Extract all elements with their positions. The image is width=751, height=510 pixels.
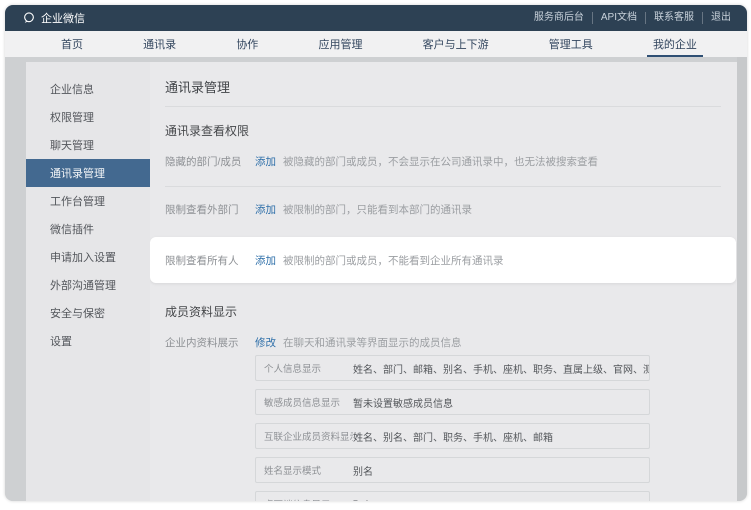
logo[interactable]: 企业微信 — [22, 10, 85, 26]
detail-value: 别名 — [353, 463, 649, 478]
page-body: 企业信息 权限管理 聊天管理 通讯录管理 工作台管理 微信插件 申请加入设置 外… — [5, 57, 747, 501]
row-label: 隐藏的部门/成员 — [165, 154, 255, 169]
profile-detail-boxes: 个人信息显示 姓名、部门、邮箱、别名、手机、座机、职务、直属上级、官网、测...… — [255, 355, 737, 501]
highlighted-row-restrict-everyone: 限制查看所有人 添加 被限制的部门或成员，不能看到企业所有通讯录 — [150, 237, 736, 283]
detail-box-personal-info: 个人信息显示 姓名、部门、邮箱、别名、手机、座机、职务、直属上级、官网、测... — [255, 355, 650, 381]
detail-label: 互联企业成员资料显示 — [264, 429, 353, 443]
detail-label: 姓名显示模式 — [264, 463, 353, 477]
tab-collaboration[interactable]: 协作 — [226, 31, 268, 57]
page-title: 通讯录管理 — [165, 79, 737, 97]
sidebar-item-settings[interactable]: 设置 — [26, 327, 150, 355]
add-button[interactable]: 添加 — [255, 253, 276, 268]
wework-logo-icon — [22, 11, 36, 25]
modify-button[interactable]: 修改 — [255, 335, 276, 350]
top-bar: 企业微信 服务商后台 API文档 联系客服 退出 — [5, 5, 747, 31]
detail-box-sensitive-info: 敏感成员信息显示 暂未设置敏感成员信息 — [255, 389, 650, 415]
divider — [165, 106, 721, 107]
tab-customers[interactable]: 客户与上下游 — [413, 31, 499, 57]
sidebar-item-security[interactable]: 安全与保密 — [26, 299, 150, 327]
link-service-provider[interactable]: 服务商后台 — [526, 12, 592, 24]
detail-label: 敏感成员信息显示 — [264, 395, 353, 409]
add-button[interactable]: 添加 — [255, 154, 276, 169]
row-description: 被隐藏的部门或成员，不会显示在公司通讯录中，也无法被搜索查看 — [283, 154, 598, 169]
row-description: 被限制的部门，只能看到本部门的通讯录 — [283, 202, 472, 217]
section-heading-view-permission: 通讯录查看权限 — [165, 123, 737, 139]
link-logout[interactable]: 退出 — [702, 12, 733, 24]
link-api-docs[interactable]: API文档 — [592, 12, 645, 24]
row-restrict-outside-dept: 限制查看外部门 添加 被限制的部门，只能看到本部门的通讯录 — [165, 201, 737, 217]
sidebar-item-chat-management[interactable]: 聊天管理 — [26, 131, 150, 159]
add-button[interactable]: 添加 — [255, 202, 276, 217]
tab-contacts[interactable]: 通讯录 — [133, 31, 186, 57]
detail-box-linked-company: 互联企业成员资料显示 姓名、别名、部门、职务、手机、座机、邮箱 — [255, 423, 650, 449]
row-company-profile-display: 企业内资料展示 修改 在聊天和通讯录等界面显示的成员信息 — [165, 334, 737, 350]
logo-text: 企业微信 — [41, 10, 85, 26]
detail-value: 姓名、部门、邮箱、别名、手机、座机、职务、直属上级、官网、测... — [353, 361, 649, 376]
link-support[interactable]: 联系客服 — [645, 12, 702, 24]
sidebar-item-join-settings[interactable]: 申请加入设置 — [26, 243, 150, 271]
page-gutter-left — [5, 57, 26, 501]
detail-value: 姓名、别名、部门、职务、手机、座机、邮箱 — [353, 429, 649, 444]
row-hidden-members: 隐藏的部门/成员 添加 被隐藏的部门或成员，不会显示在公司通讯录中，也无法被搜索… — [165, 153, 737, 169]
app-window: 企业微信 服务商后台 API文档 联系客服 退出 首页 通讯录 协作 应用管理 … — [5, 5, 747, 501]
row-label: 企业内资料展示 — [165, 335, 255, 350]
sidebar: 企业信息 权限管理 聊天管理 通讯录管理 工作台管理 微信插件 申请加入设置 外… — [26, 62, 150, 501]
sidebar-item-wechat-plugin[interactable]: 微信插件 — [26, 215, 150, 243]
sidebar-item-external-comm[interactable]: 外部沟通管理 — [26, 271, 150, 299]
detail-value: 暂未设置敏感成员信息 — [353, 395, 649, 410]
section-heading-profile-display: 成员资料显示 — [165, 304, 737, 320]
detail-box-name-display-mode: 姓名显示模式 别名 — [255, 457, 650, 483]
tab-my-company[interactable]: 我的企业 — [643, 31, 707, 57]
detail-label: 桌面端信息显示 — [264, 497, 353, 501]
tab-app-management[interactable]: 应用管理 — [308, 31, 372, 57]
sidebar-item-permissions[interactable]: 权限管理 — [26, 103, 150, 131]
sidebar-item-workbench[interactable]: 工作台管理 — [26, 187, 150, 215]
primary-nav: 首页 通讯录 协作 应用管理 客户与上下游 管理工具 我的企业 — [5, 31, 747, 57]
row-restrict-everyone: 限制查看所有人 添加 被限制的部门或成员，不能看到企业所有通讯录 — [165, 252, 504, 268]
row-label: 限制查看外部门 — [165, 202, 255, 217]
main-content: 通讯录管理 通讯录查看权限 隐藏的部门/成员 添加 被隐藏的部门或成员，不会显示… — [150, 62, 737, 501]
divider — [165, 186, 721, 187]
tab-home[interactable]: 首页 — [51, 31, 93, 57]
row-description: 在聊天和通讯录等界面显示的成员信息 — [283, 335, 462, 350]
detail-label: 个人信息显示 — [264, 361, 353, 375]
top-links: 服务商后台 API文档 联系客服 退出 — [526, 12, 733, 24]
page-gutter-right[interactable] — [737, 57, 747, 501]
detail-box-desktop-info: 桌面端信息显示 职务 — [255, 491, 650, 501]
sidebar-item-company-info[interactable]: 企业信息 — [26, 75, 150, 103]
row-label: 限制查看所有人 — [165, 253, 255, 268]
sidebar-item-contacts-management[interactable]: 通讯录管理 — [26, 159, 150, 187]
tab-admin-tools[interactable]: 管理工具 — [539, 31, 603, 57]
row-description: 被限制的部门或成员，不能看到企业所有通讯录 — [283, 253, 504, 268]
detail-value: 职务 — [353, 497, 649, 502]
